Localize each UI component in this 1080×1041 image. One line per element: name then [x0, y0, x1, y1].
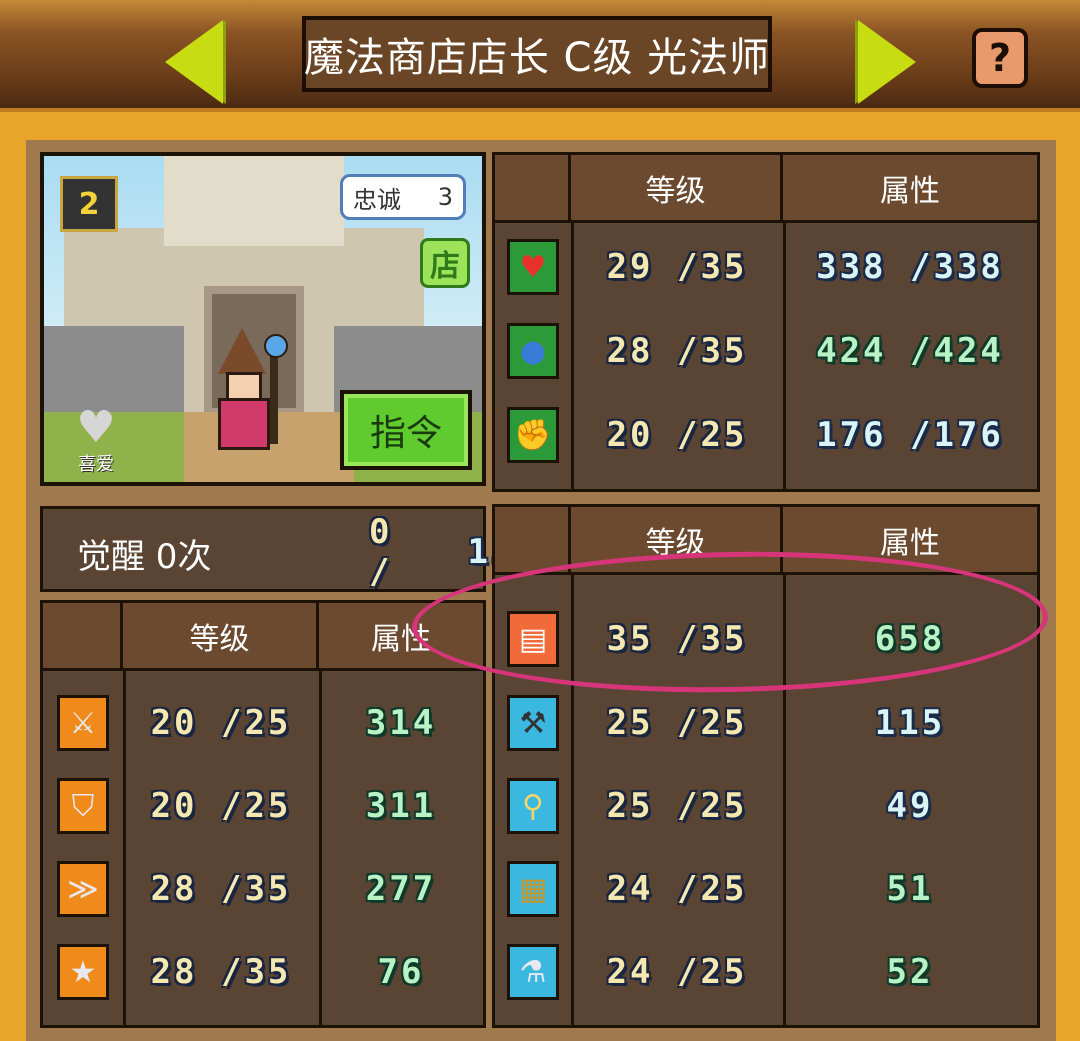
- level-value: 28 /35: [606, 331, 748, 371]
- shop-badge: 店: [420, 238, 470, 288]
- question-icon[interactable]: ?: [972, 28, 1028, 88]
- awaken-label: 觉醒 0次: [77, 537, 212, 577]
- mage-robe: [218, 398, 270, 450]
- mage-staff: [270, 344, 278, 444]
- level-value: 29 /35: [606, 247, 748, 287]
- loyalty-value: 3: [437, 183, 453, 211]
- potion-icon: ●: [507, 323, 559, 379]
- level-value: 20 /25: [150, 786, 292, 826]
- mage-hat: [218, 328, 266, 374]
- level-value: 25 /25: [606, 703, 748, 743]
- table-header-level: 等级: [123, 603, 319, 671]
- attr-value: 424 /424: [816, 331, 1004, 371]
- heart-outline-icon: ♥: [76, 402, 116, 453]
- castle-tower: [164, 156, 344, 246]
- stats-table-top: 等级 属性 ♥ 29 /35 338 /338 ● 28 /35 424 /42…: [492, 152, 1040, 492]
- level-value: 28 /35: [150, 869, 292, 909]
- strength-icon: ✊: [507, 407, 559, 463]
- level-value: 20 /25: [150, 703, 292, 743]
- shield-icon: ⛉: [57, 778, 109, 834]
- flask-icon: ⚗: [507, 944, 559, 1000]
- sword-icon: ⚔: [57, 695, 109, 751]
- awaken-panel: 觉醒 0次 0 / 15: [40, 506, 511, 592]
- attr-value: 51: [886, 869, 934, 909]
- attr-value: 338 /338: [816, 247, 1004, 287]
- arrow-right-icon[interactable]: [858, 20, 916, 104]
- attr-value: 52: [886, 952, 934, 992]
- mage-orb: [264, 334, 288, 358]
- shovel-icon: ⚲: [507, 778, 559, 834]
- character-portrait: 2 忠诚 3 店 ♥ 喜爱 指令: [40, 152, 486, 486]
- table-header-blank: [495, 155, 571, 223]
- level-value: 24 /25: [606, 952, 748, 992]
- attr-value: 76: [377, 952, 425, 992]
- level-value: 24 /25: [606, 869, 748, 909]
- awaken-current: 0 /: [369, 512, 393, 592]
- level-value: 28 /35: [150, 952, 292, 992]
- chest-icon: ▦: [507, 861, 559, 917]
- loyalty-badge: 忠诚 3: [340, 174, 466, 220]
- arrow-left-icon[interactable]: [165, 20, 223, 104]
- attr-value: 49: [886, 786, 934, 826]
- mage-sprite: [212, 328, 288, 450]
- like-button[interactable]: ♥ 喜爱: [66, 406, 126, 476]
- table-header-blank: [43, 603, 123, 671]
- attr-value: 115: [874, 703, 946, 743]
- like-label: 喜爱: [78, 454, 114, 475]
- attr-value: 314: [365, 703, 437, 743]
- command-button[interactable]: 指令: [340, 390, 472, 470]
- attr-value: 311: [365, 786, 437, 826]
- heart-icon: ♥: [507, 239, 559, 295]
- level-badge: 2: [60, 176, 118, 232]
- character-title-box: 魔法商店店长 C级 光法师: [302, 16, 772, 92]
- star-icon: ★: [57, 944, 109, 1000]
- attr-value: 277: [365, 869, 437, 909]
- loyalty-label: 忠诚: [353, 185, 401, 214]
- level-value: 20 /25: [606, 415, 748, 455]
- character-title: 魔法商店店长 C级 光法师: [303, 35, 771, 81]
- level-value: 25 /25: [606, 786, 748, 826]
- table-header-attr: 属性: [783, 155, 1037, 223]
- table-header-level: 等级: [571, 155, 783, 223]
- hammer-icon: ⚒: [507, 695, 559, 751]
- stats-table-left: 等级 属性 ⚔ 20 /25 314 ⛉ 20 /25 311 ≫ 28 /35…: [40, 600, 486, 1028]
- attr-value: 176 /176: [816, 415, 1004, 455]
- speed-icon: ≫: [57, 861, 109, 917]
